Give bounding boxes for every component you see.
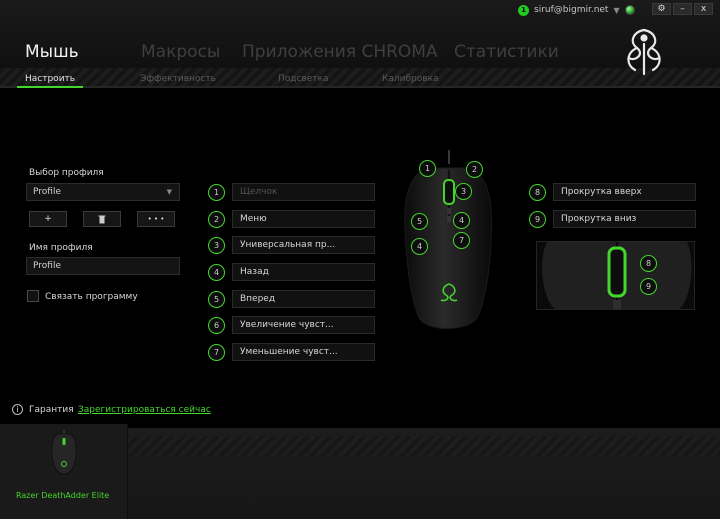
- profile-select-label: Выбор профиля: [29, 168, 104, 178]
- delete-profile-button[interactable]: [83, 211, 121, 227]
- button-3-assignment[interactable]: Универсальная пр...: [232, 236, 375, 254]
- active-subtab-indicator: [17, 86, 83, 88]
- button-number-8: 8: [529, 184, 546, 201]
- chevron-down-icon[interactable]: ▼: [613, 6, 619, 15]
- device-name: Razer DeathAdder Elite: [16, 491, 110, 500]
- mouse-callout-1[interactable]: 1: [419, 160, 436, 177]
- button-number-9: 9: [529, 211, 546, 228]
- header-divider: [0, 86, 720, 88]
- subtab-lighting[interactable]: Подсветка: [278, 74, 328, 84]
- mouse-callout-5[interactable]: 5: [411, 213, 428, 230]
- button-5-assignment[interactable]: Вперед: [232, 290, 375, 308]
- tab-chroma-apps[interactable]: Приложения CHROMA: [242, 42, 438, 62]
- tab-stats[interactable]: Статистики: [454, 42, 559, 62]
- subtab-performance[interactable]: Эффективность: [140, 74, 216, 84]
- register-now-link[interactable]: Зарегистрироваться сейчас: [78, 405, 211, 415]
- link-program-checkbox[interactable]: [27, 290, 39, 302]
- button-4-assignment[interactable]: Назад: [232, 263, 375, 281]
- tab-macros[interactable]: Макросы: [141, 42, 220, 62]
- button-8-assignment[interactable]: Прокрутка вверх: [553, 183, 696, 201]
- button-1-assignment[interactable]: Щелчок: [232, 183, 375, 201]
- button-number-3: 3: [208, 237, 225, 254]
- user-email[interactable]: siruf@bigmir.net: [534, 5, 608, 15]
- mouse-callout-3[interactable]: 3: [455, 183, 472, 200]
- device-mouse-icon[interactable]: [50, 430, 78, 476]
- button-number-7: 7: [208, 344, 225, 361]
- tab-mouse[interactable]: Мышь: [25, 42, 79, 62]
- window-controls: ⚙ – x: [652, 3, 713, 15]
- header-stripes: [0, 68, 720, 88]
- wheel-callout-8[interactable]: 8: [640, 255, 657, 272]
- button-9-assignment[interactable]: Прокрутка вниз: [553, 210, 696, 228]
- add-profile-button[interactable]: +: [29, 211, 67, 227]
- chevron-down-icon: ▼: [166, 188, 172, 196]
- mouse-callout-2[interactable]: 2: [466, 161, 483, 178]
- minimize-button[interactable]: –: [673, 3, 692, 15]
- mouse-wheel-illustration: [542, 242, 692, 309]
- profile-name-input[interactable]: Profile: [26, 257, 180, 275]
- mouse-wheel-detail: [536, 241, 695, 310]
- settings-gear-icon[interactable]: ⚙: [652, 3, 671, 15]
- button-7-assignment[interactable]: Уменьшение чувст...: [232, 343, 375, 361]
- warranty-label: Гарантия: [29, 405, 74, 415]
- link-program-label[interactable]: Связать программу: [45, 292, 138, 302]
- profile-dropdown-value: Profile: [33, 187, 61, 197]
- mouse-callout-4[interactable]: 4: [411, 238, 428, 255]
- profile-dropdown[interactable]: Profile ▼: [26, 183, 180, 201]
- button-6-assignment[interactable]: Увеличение чувст...: [232, 316, 375, 334]
- button-number-6: 6: [208, 317, 225, 334]
- mouse-callout-7[interactable]: 7: [453, 232, 470, 249]
- button-number-2: 2: [208, 211, 225, 228]
- button-number-1: 1: [208, 184, 225, 201]
- info-icon: i: [12, 404, 23, 415]
- button-number-4: 4: [208, 264, 225, 281]
- subtab-customize[interactable]: Настроить: [25, 74, 75, 84]
- close-button[interactable]: x: [694, 3, 713, 15]
- notification-badge[interactable]: 1: [518, 4, 529, 16]
- trash-icon: [98, 215, 106, 223]
- subtab-calibration[interactable]: Калибровка: [382, 74, 439, 84]
- razer-logo-icon: [627, 28, 661, 76]
- more-options-button[interactable]: • • •: [137, 211, 175, 227]
- profile-name-label: Имя профиля: [29, 243, 93, 253]
- online-status-icon: [624, 5, 635, 15]
- user-area[interactable]: 1 siruf@bigmir.net ▼: [518, 3, 635, 17]
- button-number-5: 5: [208, 291, 225, 308]
- button-2-assignment[interactable]: Меню: [232, 210, 375, 228]
- mouse-callout-6[interactable]: 4: [453, 212, 470, 229]
- wheel-callout-9[interactable]: 9: [640, 278, 657, 295]
